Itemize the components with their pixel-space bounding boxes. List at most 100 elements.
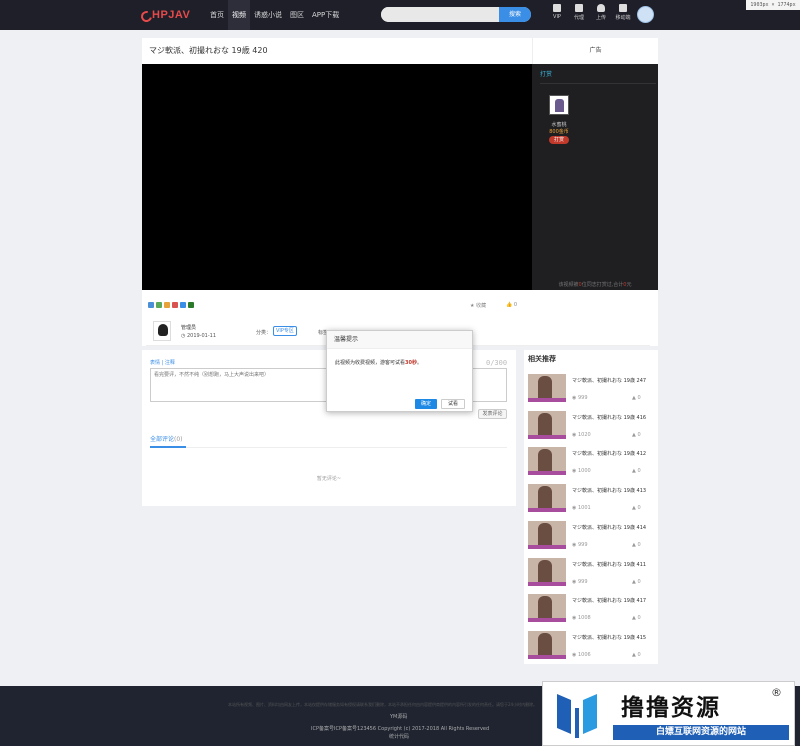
donate-summary-b: 位同志打赏过,合计: [581, 282, 624, 288]
eye-icon: ◉: [572, 431, 577, 438]
related-title: 相关推荐: [528, 355, 556, 363]
views-count: 999: [577, 395, 588, 401]
wechat-share-icon[interactable]: [156, 302, 162, 308]
related-item[interactable]: マジ軟派、初撮れおな 19歳 414 ◉ 999 ▲ 0: [528, 520, 654, 551]
weibo-share-icon[interactable]: [164, 302, 170, 308]
qzone-share-icon[interactable]: [148, 302, 154, 308]
footer-disclaimer: 本站所有视频、图片、资料均由网友上传，本站仅提供存储服务如有侵权请联系我们删除，…: [228, 702, 538, 707]
mobile-button[interactable]: 移动端: [612, 4, 634, 21]
eye-icon: ◉: [572, 505, 577, 512]
share-icons: [148, 302, 194, 308]
all-comments-count: (0): [174, 436, 183, 443]
related-item-title[interactable]: マジ軟派、初撮れおな 19歳 413: [572, 487, 646, 494]
agent-icon: [575, 4, 583, 12]
like-button[interactable]: 👍 0: [506, 302, 517, 308]
related-thumbnail[interactable]: [528, 374, 566, 402]
dialog-trial-time: 30秒: [405, 360, 417, 366]
vip-label: VIP: [553, 14, 561, 20]
related-item-title[interactable]: マジ軟派、初撮れおな 19歳 417: [572, 597, 646, 604]
related-item-title[interactable]: マジ軟派、初撮れおな 19歳 415: [572, 634, 646, 641]
collect-label: 收藏: [476, 303, 487, 309]
search-input[interactable]: [381, 7, 499, 22]
related-item[interactable]: マジ軟派、初撮れおな 19歳 415 ◉ 1006 ▲ 0: [528, 630, 654, 661]
nav-home[interactable]: 首页: [206, 0, 228, 30]
related-item-title[interactable]: マジ軟派、初撮れおな 19歳 247: [572, 377, 646, 384]
related-item-likes: ▲ 0: [632, 468, 641, 474]
related-thumbnail[interactable]: [528, 557, 566, 586]
douban-share-icon[interactable]: [188, 302, 194, 308]
eye-icon: ◉: [572, 651, 577, 658]
collect-button[interactable]: ★ 收藏: [470, 302, 486, 309]
footer-copyright: ICP备案号ICP备案号123456 Copyright (c) 2017-20…: [311, 726, 490, 732]
thumb-up-icon: ▲: [632, 578, 636, 585]
renren-share-icon[interactable]: [180, 302, 186, 308]
related-thumbnail[interactable]: [528, 410, 566, 439]
watermark-banner: 撸撸资源 ® 白嫖互联网资源的网站: [542, 681, 795, 746]
comment-toolbar[interactable]: 表情 | 注释: [150, 359, 175, 366]
related-item-views: ◉ 1008: [572, 615, 591, 621]
related-item[interactable]: マジ軟派、初撮れおな 19歳 411 ◉ 999 ▲ 0: [528, 557, 654, 588]
dialog-text-a: 此视频为收费视频，游客可试看: [335, 360, 406, 366]
related-item-title[interactable]: マジ軟派、初撮れおな 19歳 411: [572, 561, 646, 568]
nav-novels[interactable]: 诱惑小说: [250, 0, 286, 30]
watermark-registered: ®: [771, 686, 782, 699]
dialog-ok-button[interactable]: 确定: [415, 399, 437, 409]
agent-button[interactable]: 代理: [568, 4, 590, 21]
mobile-label: 移动端: [615, 15, 631, 21]
comments-tab-underline: [150, 446, 186, 448]
donate-summary: 该视频被0位同志打赏过,合计0元: [534, 281, 656, 288]
donate-tab[interactable]: 打赏: [540, 68, 552, 82]
category-tag[interactable]: VIP专区: [273, 326, 297, 336]
site-logo[interactable]: HPJAV: [140, 8, 190, 22]
related-item[interactable]: マジ軟派、初撮れおな 19歳 412 ◉ 1000 ▲ 0: [528, 447, 654, 477]
related-item-views: ◉ 1006: [572, 652, 591, 658]
comment-submit-button[interactable]: 发表评论: [478, 409, 507, 419]
author-name: 管理员: [181, 325, 197, 331]
watermark-title: 撸撸资源: [621, 695, 721, 721]
footer-source[interactable]: YM源码: [390, 713, 407, 720]
related-item-title[interactable]: マジ軟派、初撮れおな 19歳 416: [572, 414, 646, 421]
nav-pictures[interactable]: 图区: [286, 0, 308, 30]
related-thumbnail[interactable]: [528, 630, 566, 659]
related-thumbnail[interactable]: [528, 594, 566, 623]
related-thumbnail[interactable]: [528, 520, 566, 549]
search-button[interactable]: 搜索: [499, 7, 531, 22]
related-item-title[interactable]: マジ軟派、初撮れおな 19歳 414: [572, 524, 646, 531]
likes-count: 0: [637, 541, 641, 548]
user-avatar[interactable]: [637, 6, 654, 23]
related-item-likes: ▲ 0: [632, 542, 641, 548]
views-count: 1000: [577, 468, 591, 475]
upload-label: 上传: [595, 15, 606, 21]
upload-button[interactable]: 上传: [590, 4, 612, 21]
donate-button[interactable]: 打赏: [549, 136, 569, 144]
related-item[interactable]: マジ軟派、初撮れおな 19歳 417 ◉ 1008 ▲ 0: [528, 594, 654, 624]
video-player[interactable]: [142, 64, 532, 290]
cloud-upload-icon: [597, 4, 605, 12]
eye-icon: ◉: [572, 615, 577, 622]
tencent-share-icon[interactable]: [172, 302, 178, 308]
related-thumbnail[interactable]: [528, 484, 566, 513]
dialog-trial-button[interactable]: 试看: [441, 399, 465, 409]
related-item-likes: ▲ 0: [632, 615, 641, 621]
thumb-up-icon: ▲: [632, 541, 636, 548]
views-count: 1020: [577, 431, 591, 438]
post-date: 2019-01-11: [186, 333, 217, 339]
nav-video[interactable]: 视频: [228, 0, 250, 30]
no-comments-text: 暂无评论~: [316, 476, 342, 482]
likes-count: 0: [637, 615, 641, 622]
nav-app-download[interactable]: APP下载: [308, 0, 343, 30]
related-item-likes: ▲ 0: [632, 395, 641, 401]
eye-icon: ◉: [572, 468, 577, 475]
related-item[interactable]: マジ軟派、初撮れおな 19歳 416 ◉ 1020 ▲ 0: [528, 410, 654, 441]
search-bar: 搜索: [381, 7, 531, 22]
related-thumbnail[interactable]: [528, 447, 566, 476]
vip-button[interactable]: VIP: [546, 4, 568, 21]
related-item[interactable]: マジ軟派、初撮れおな 19歳 413 ◉ 1001 ▲ 0: [528, 484, 654, 514]
related-item-views: ◉ 1000: [572, 468, 591, 474]
main-nav: 首页 视频 诱惑小说 图区 APP下载: [206, 0, 343, 30]
logo-icon: [140, 9, 150, 21]
all-comments-tab[interactable]: 全部评论(0): [150, 434, 183, 443]
related-item[interactable]: マジ軟派、初撮れおな 19歳 247 ◉ 999 ▲ 0: [528, 374, 654, 404]
related-item-title[interactable]: マジ軟派、初撮れおな 19歳 412: [572, 450, 646, 457]
author-avatar: [153, 321, 171, 341]
